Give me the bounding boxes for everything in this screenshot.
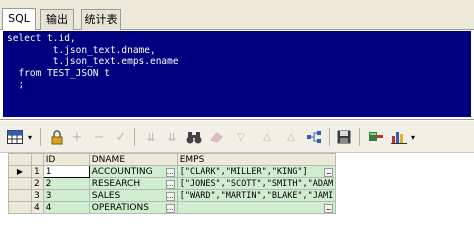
cell-dname[interactable]: SALES …	[88, 189, 178, 202]
triangle-down-icon[interactable]: ▽	[232, 127, 250, 147]
header-rownum	[31, 153, 44, 166]
table-header-row: ID DNAME EMPS	[8, 153, 337, 166]
row-indicator[interactable]	[8, 177, 32, 190]
cell-emps[interactable]: ["JONES","SCOTT","SMITH","ADAM	[176, 177, 337, 190]
chart-network-icon[interactable]	[305, 127, 323, 147]
ellipsis-button[interactable]: …	[324, 167, 334, 177]
cell-emps[interactable]: …	[176, 201, 337, 214]
toolbar-separator	[40, 128, 41, 146]
result-grid: ID DNAME EMPS ▶ 1 1 ACCOUNTING … ["CLARK…	[0, 153, 474, 245]
row-selected-indicator[interactable]: ▶	[8, 165, 32, 178]
ellipsis-button[interactable]: …	[165, 167, 175, 177]
eraser-icon[interactable]	[208, 127, 226, 147]
ellipsis-button[interactable]: …	[324, 203, 334, 213]
cell-dname[interactable]: OPERATIONS …	[88, 201, 178, 214]
sql-code[interactable]: select t.id, t.json_text.dname, t.json_t…	[3, 31, 471, 117]
cell-emps-value: ["CLARK","MILLER","KING"]	[179, 166, 308, 177]
connect-icon[interactable]	[367, 127, 385, 147]
binoculars-icon[interactable]	[185, 127, 203, 147]
column-header-id[interactable]: ID	[42, 153, 90, 166]
table-row[interactable]: ▶ 1 1 ACCOUNTING … ["CLARK","MILLER","KI…	[8, 165, 337, 178]
check-icon[interactable]: ✓	[112, 127, 130, 147]
cell-dname-value: RESEARCH	[91, 178, 141, 189]
grid-icon[interactable]	[6, 127, 24, 147]
ellipsis-button[interactable]: …	[165, 191, 175, 201]
code-line: t.json_text.dname,	[7, 44, 156, 56]
header-indicator	[8, 153, 32, 166]
sql-editor[interactable]: select t.id, t.json_text.dname, t.json_t…	[0, 30, 474, 120]
tab-output[interactable]: 输出	[40, 9, 74, 30]
code-line: select t.id,	[7, 33, 76, 44]
double-down-icon[interactable]: ⇊	[142, 127, 160, 147]
dropdown-arrow-icon[interactable]: ▾	[25, 127, 35, 147]
row-number: 2	[31, 177, 44, 190]
row-indicator[interactable]	[8, 201, 32, 214]
row-indicator[interactable]	[8, 189, 32, 202]
remove-icon[interactable]: −	[90, 127, 108, 147]
code-line: from TEST_JSON t	[7, 67, 110, 79]
cell-id[interactable]: 3	[42, 189, 90, 202]
row-number: 4	[31, 201, 44, 214]
code-line: t.json_text.emps.ename	[7, 56, 179, 67]
result-toolbar: ▾ + − ✓ ⇊ ⇊ ▽ △ △ ▾	[0, 121, 474, 153]
lock-icon[interactable]	[48, 127, 66, 147]
cell-id[interactable]: 1	[42, 165, 90, 178]
row-number: 1	[31, 165, 44, 178]
toolbar-separator	[134, 128, 135, 146]
triangle-up-outline-icon[interactable]: △	[282, 127, 300, 147]
cell-emps[interactable]: ["WARD","MARTIN","BLAKE","JAMI	[176, 189, 337, 202]
row-number: 3	[31, 189, 44, 202]
cell-dname[interactable]: ACCOUNTING …	[88, 165, 178, 178]
save-icon[interactable]	[335, 127, 353, 147]
cell-id[interactable]: 2	[42, 177, 90, 190]
cell-id[interactable]: 4	[42, 201, 90, 214]
double-down-alt-icon[interactable]: ⇊	[163, 127, 181, 147]
bar-chart-icon[interactable]	[390, 127, 408, 147]
tab-bar: SQL 输出 统计表	[0, 0, 474, 30]
column-header-dname[interactable]: DNAME	[88, 153, 178, 166]
tab-statistics[interactable]: 统计表	[81, 9, 121, 30]
column-header-emps[interactable]: EMPS	[176, 153, 337, 166]
toolbar-separator	[329, 128, 330, 146]
triangle-up-icon[interactable]: △	[258, 127, 276, 147]
cell-emps[interactable]: ["CLARK","MILLER","KING"] …	[176, 165, 337, 178]
ellipsis-button[interactable]: …	[165, 179, 175, 189]
add-icon[interactable]: +	[68, 127, 86, 147]
result-table: ID DNAME EMPS ▶ 1 1 ACCOUNTING … ["CLARK…	[8, 153, 337, 214]
cell-dname-value: SALES	[91, 190, 121, 201]
table-row[interactable]: 4 4 OPERATIONS … …	[8, 201, 337, 214]
ellipsis-button[interactable]: …	[165, 203, 175, 213]
code-line: ;	[7, 79, 25, 90]
cell-dname-value: OPERATIONS	[91, 202, 149, 213]
table-row[interactable]: 2 2 RESEARCH … ["JONES","SCOTT","SMITH",…	[8, 177, 337, 190]
cell-dname-value: ACCOUNTING	[91, 166, 153, 177]
cell-dname[interactable]: RESEARCH …	[88, 177, 178, 190]
toolbar-separator	[359, 128, 360, 146]
tab-sql[interactable]: SQL	[2, 8, 36, 30]
dropdown-arrow-icon[interactable]: ▾	[408, 127, 418, 147]
table-row[interactable]: 3 3 SALES … ["WARD","MARTIN","BLAKE","JA…	[8, 189, 337, 202]
